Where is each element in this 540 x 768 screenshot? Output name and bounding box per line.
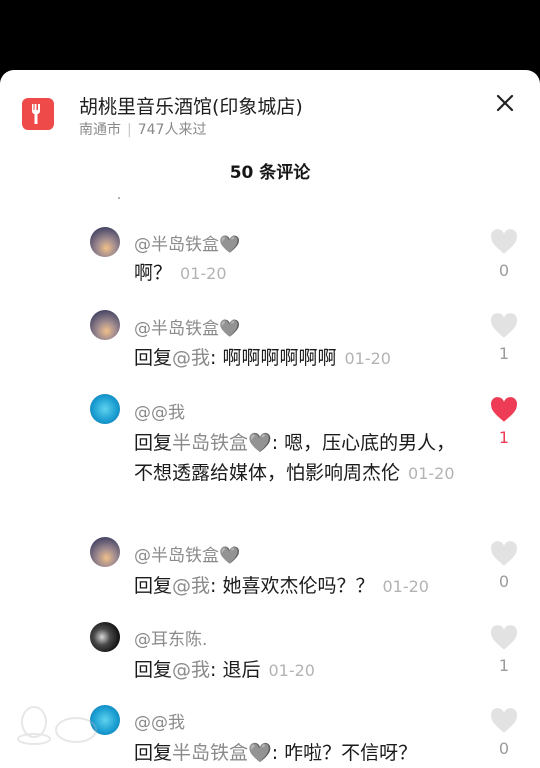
place-city: 南通市 — [79, 122, 121, 138]
avatar[interactable] — [90, 622, 120, 652]
comment-text[interactable]: 回复半岛铁盒🩶: 嗯，压心底的男人，不想透露给媒体，怕影响周杰伦 01-20 — [134, 428, 474, 489]
heart-icon[interactable] — [490, 541, 518, 567]
comment-username[interactable]: @半岛铁盒🩶 — [134, 541, 240, 566]
place-visitors: 747人来过 — [137, 122, 207, 138]
comment-text[interactable]: 回复@我: 退后 01-20 — [134, 655, 474, 686]
watermark-icon — [17, 706, 97, 745]
like-count: 0 — [498, 572, 510, 591]
comment-text[interactable]: 啊？ 01-20 — [134, 258, 474, 289]
comment-username[interactable]: @半岛铁盒🩶 — [134, 314, 240, 339]
status-bar-area — [0, 0, 540, 72]
reply-to-user[interactable]: @我 — [172, 659, 210, 681]
reply-to-user[interactable]: 半岛铁盒🩶 — [172, 432, 272, 454]
comment-time: 01-20 — [268, 661, 315, 680]
heart-icon[interactable] — [490, 708, 518, 734]
avatar[interactable] — [90, 310, 120, 340]
avatar[interactable] — [90, 394, 120, 424]
comment-time: 01-20 — [408, 464, 455, 483]
comment-username[interactable]: @半岛铁盒🩶 — [134, 230, 240, 255]
reply-prefix: 回复 — [134, 575, 173, 597]
reply-prefix: 回复 — [134, 347, 173, 369]
comment-username[interactable]: @耳东陈. — [134, 625, 207, 650]
heart-icon[interactable] — [490, 313, 518, 339]
comment-text[interactable]: 回复@我: 啊啊啊啊啊啊 01-20 — [134, 343, 474, 374]
reply-to-user[interactable]: @我 — [172, 347, 210, 369]
avatar[interactable] — [90, 227, 120, 257]
comments-count-title: 50 条评论 — [229, 163, 311, 183]
like-count: 0 — [498, 261, 510, 280]
comment-time: 01-20 — [180, 264, 227, 283]
comment-time: 01-20 — [382, 577, 429, 596]
avatar[interactable] — [90, 537, 120, 567]
comment-text[interactable]: 回复半岛铁盒🩶: 咋啦？不信呀？ — [134, 738, 474, 768]
like-count: 1 — [498, 656, 510, 675]
reply-to-user[interactable]: 半岛铁盒🩶 — [172, 742, 272, 764]
like-count: 1 — [498, 428, 510, 447]
heart-icon[interactable] — [490, 397, 518, 423]
comment-content: : 她喜欢杰伦吗？？ — [210, 575, 375, 597]
comments-sheet: 胡桃里音乐酒馆(印象城店) 南通市 | 747人来过 50 条评论 @半岛铁盒🩶 啊… — [0, 70, 540, 768]
comment-text[interactable]: 回复@我: 她喜欢杰伦吗？？ 01-20 — [134, 571, 474, 602]
heart-icon[interactable] — [490, 625, 518, 651]
heart-icon[interactable] — [490, 229, 518, 255]
reply-prefix: 回复 — [134, 659, 173, 681]
divider — [118, 197, 120, 199]
reply-to-user[interactable]: @我 — [172, 575, 210, 597]
place-title[interactable]: 胡桃里音乐酒馆(印象城店) — [79, 92, 303, 119]
close-icon[interactable] — [494, 92, 516, 114]
like-count: 0 — [498, 739, 510, 758]
reply-prefix: 回复 — [134, 432, 173, 454]
comment-content: : 退后 — [210, 659, 261, 681]
comment-content: : 啊啊啊啊啊啊 — [210, 347, 337, 369]
reply-prefix: 回复 — [134, 742, 173, 764]
divider: | — [127, 122, 132, 138]
like-count: 1 — [498, 344, 510, 363]
comment-content: 啊？ — [134, 262, 173, 284]
comment-time: 01-20 — [344, 349, 391, 368]
place-subtitle: 南通市 | 747人来过 — [79, 119, 206, 139]
comment-username[interactable]: @@我 — [134, 398, 185, 423]
comment-content: : 咋啦？不信呀？ — [271, 742, 418, 764]
place-header[interactable]: 胡桃里音乐酒馆(印象城店) 南通市 | 747人来过 — [0, 70, 540, 150]
comment-username[interactable]: @@我 — [134, 708, 185, 733]
restaurant-fork-icon — [22, 98, 54, 130]
